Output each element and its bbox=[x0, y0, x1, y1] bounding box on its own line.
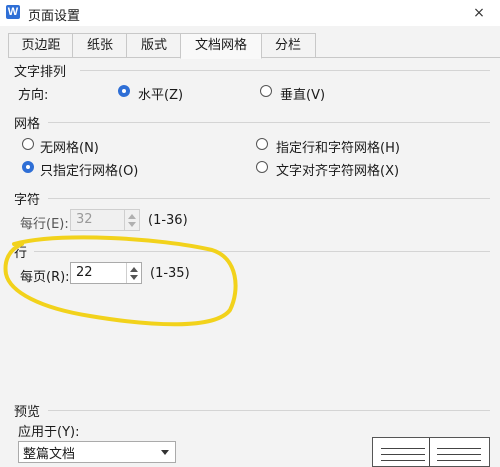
tab-document-grid[interactable]: 文档网格 bbox=[180, 33, 262, 59]
highlight-annotation bbox=[3, 235, 238, 327]
highlight-circle bbox=[3, 235, 238, 327]
